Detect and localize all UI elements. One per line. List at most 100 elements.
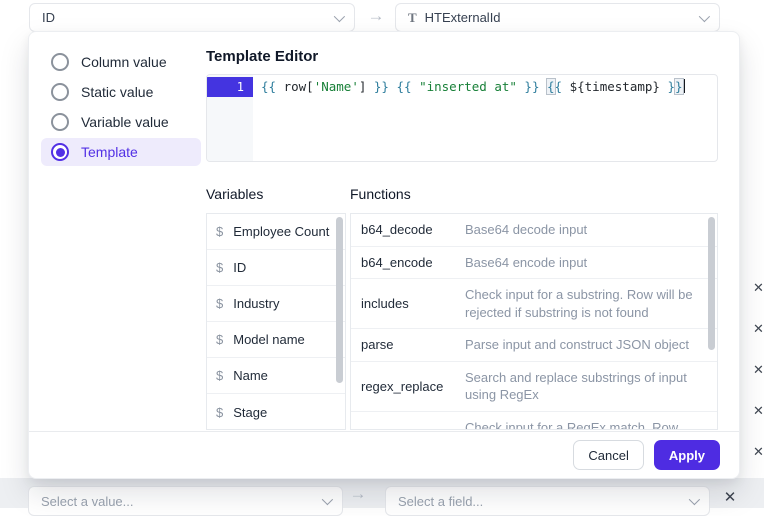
row-remove-icon-clipped[interactable]: ✕ bbox=[753, 444, 764, 460]
code-segment: } bbox=[675, 79, 683, 94]
variables-scrollbar[interactable] bbox=[336, 217, 343, 383]
variable-name: ID bbox=[233, 260, 246, 275]
code-segment: 'Name' bbox=[314, 79, 359, 94]
radio-icon bbox=[51, 113, 69, 131]
editor-gutter: 1 bbox=[207, 75, 253, 161]
variable-list-item[interactable]: $ Industry bbox=[207, 286, 345, 322]
modal-footer: Cancel Apply bbox=[29, 431, 739, 478]
code-segment: }} {{ bbox=[366, 79, 419, 94]
variable-list-item[interactable]: $ ID bbox=[207, 250, 345, 286]
variable-name: Stage bbox=[233, 405, 267, 420]
function-list-item[interactable]: b64_encode Base64 encode input bbox=[351, 247, 717, 280]
dollar-icon: $ bbox=[216, 405, 223, 420]
value-type-option-variable-value[interactable]: Variable value bbox=[41, 108, 201, 136]
function-name: parse bbox=[361, 336, 455, 354]
code-segment: {{ bbox=[261, 79, 284, 94]
functions-section: Functions b64_decode Base64 decode input… bbox=[350, 186, 718, 430]
template-editor-modal: Column value Static value Variable value… bbox=[28, 31, 740, 479]
function-list-item[interactable]: includes Check input for a substring. Ro… bbox=[351, 279, 717, 329]
helper-lists: Variables $ Employee Count $ ID $ Indust… bbox=[206, 186, 718, 430]
dollar-icon: $ bbox=[216, 260, 223, 275]
variable-name: Name bbox=[233, 368, 268, 383]
source-column-value: ID bbox=[42, 10, 55, 25]
arrow-right-icon: → bbox=[345, 484, 371, 504]
target-field-select[interactable]: T HTExternalId bbox=[395, 3, 720, 32]
function-name: includes bbox=[361, 295, 455, 313]
dollar-icon: $ bbox=[216, 368, 223, 383]
value-type-option-template[interactable]: Template bbox=[41, 138, 201, 166]
functions-scrollbar[interactable] bbox=[708, 217, 715, 350]
line-number-badge: 1 bbox=[207, 77, 253, 97]
functions-list: b64_decode Base64 decode input b64_encod… bbox=[350, 213, 718, 430]
text-cursor bbox=[684, 79, 686, 93]
code-line: {{ row['Name'] }} {{ "inserted at" }} {{… bbox=[261, 77, 717, 97]
dollar-icon: $ bbox=[216, 296, 223, 311]
variable-name: Model name bbox=[233, 332, 305, 347]
functions-title: Functions bbox=[350, 186, 718, 202]
function-description: Base64 decode input bbox=[465, 221, 695, 239]
function-name: regex_replace bbox=[361, 378, 455, 396]
function-description: Check input for a RegEx match. Row will … bbox=[465, 419, 695, 430]
function-description: Search and replace substrings of input u… bbox=[465, 369, 695, 404]
chevron-down-icon bbox=[689, 494, 700, 505]
value-placeholder-text: Select a value... bbox=[41, 494, 134, 509]
variable-name: Employee Count bbox=[233, 224, 329, 239]
field-placeholder-text: Select a field... bbox=[398, 494, 483, 509]
code-segment: "inserted at" bbox=[419, 79, 517, 94]
function-name: b64_encode bbox=[361, 254, 455, 272]
cancel-button[interactable]: Cancel bbox=[573, 440, 643, 470]
variable-name: Industry bbox=[233, 296, 279, 311]
variables-title: Variables bbox=[206, 186, 346, 202]
dollar-icon: $ bbox=[216, 332, 223, 347]
variable-list-item[interactable]: $ Stage bbox=[207, 394, 345, 430]
editor-code-area[interactable]: {{ row['Name'] }} {{ "inserted at" }} {{… bbox=[253, 75, 717, 161]
row-remove-icon-clipped[interactable]: ✕ bbox=[753, 362, 764, 378]
value-select-placeholder[interactable]: Select a value... bbox=[28, 486, 343, 516]
value-type-label: Static value bbox=[81, 84, 153, 100]
source-column-select[interactable]: ID bbox=[29, 3, 355, 32]
function-description: Check input for a substring. Row will be… bbox=[465, 286, 695, 321]
row-remove-icon-clipped[interactable]: ✕ bbox=[753, 280, 764, 296]
variables-list: $ Employee Count $ ID $ Industry $ Model… bbox=[206, 213, 346, 430]
chevron-down-icon bbox=[322, 494, 333, 505]
row-remove-icon-clipped[interactable]: ✕ bbox=[753, 321, 764, 337]
chevron-down-icon bbox=[334, 10, 345, 21]
code-segment: }} bbox=[517, 79, 547, 94]
variable-list-item[interactable]: $ Model name bbox=[207, 322, 345, 358]
radio-icon bbox=[51, 143, 69, 161]
value-type-option-static-value[interactable]: Static value bbox=[41, 78, 201, 106]
code-segment: { bbox=[547, 79, 555, 94]
function-list-item[interactable]: regex_test Check input for a RegEx match… bbox=[351, 412, 717, 430]
modal-content: Template Editor 1 {{ row['Name'] }} {{ "… bbox=[206, 32, 718, 430]
template-code-editor[interactable]: 1 {{ row['Name'] }} {{ "inserted at" }} … bbox=[206, 74, 718, 162]
value-type-radio-group: Column value Static value Variable value… bbox=[41, 48, 201, 168]
modal-title: Template Editor bbox=[206, 48, 718, 65]
radio-icon bbox=[51, 53, 69, 71]
variables-section: Variables $ Employee Count $ ID $ Indust… bbox=[206, 186, 346, 430]
variable-list-item[interactable]: $ Name bbox=[207, 358, 345, 394]
function-list-item[interactable]: regex_replace Search and replace substri… bbox=[351, 362, 717, 412]
value-type-label: Variable value bbox=[81, 114, 169, 130]
chevron-down-icon bbox=[699, 10, 710, 21]
value-type-label: Column value bbox=[81, 54, 167, 70]
field-select-placeholder[interactable]: Select a field... bbox=[385, 486, 710, 516]
row-remove-icon-clipped[interactable]: ✕ bbox=[753, 403, 764, 419]
variable-list-item[interactable]: $ Employee Count bbox=[207, 214, 345, 250]
radio-icon bbox=[51, 83, 69, 101]
code-segment: } bbox=[660, 79, 675, 94]
function-name: b64_decode bbox=[361, 221, 455, 239]
apply-button[interactable]: Apply bbox=[654, 440, 720, 470]
value-type-option-column-value[interactable]: Column value bbox=[41, 48, 201, 76]
target-field-value: HTExternalId bbox=[425, 10, 501, 25]
text-type-icon: T bbox=[408, 10, 417, 26]
function-description: Base64 encode input bbox=[465, 254, 695, 272]
dollar-icon: $ bbox=[216, 224, 223, 239]
function-list-item[interactable]: b64_decode Base64 decode input bbox=[351, 214, 717, 247]
function-list-item[interactable]: parse Parse input and construct JSON obj… bbox=[351, 329, 717, 362]
arrow-right-icon: → bbox=[363, 6, 389, 26]
function-description: Parse input and construct JSON object bbox=[465, 336, 695, 354]
code-segment: ${timestamp} bbox=[570, 79, 660, 94]
value-type-label: Template bbox=[81, 144, 138, 160]
code-segment: { bbox=[555, 79, 570, 94]
close-icon[interactable]: ✕ bbox=[720, 487, 740, 507]
